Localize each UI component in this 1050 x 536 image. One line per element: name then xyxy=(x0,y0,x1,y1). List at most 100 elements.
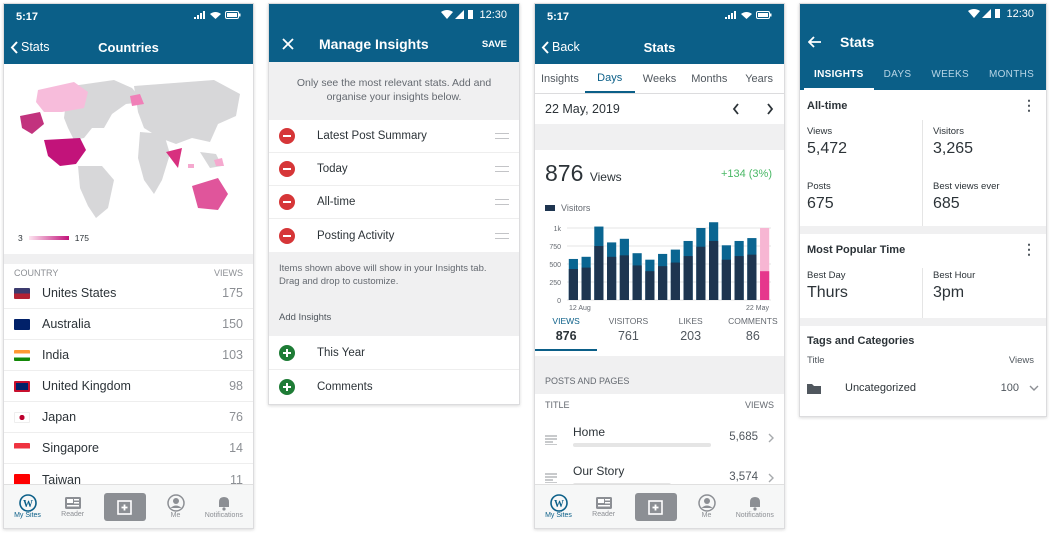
visitors-bar[interactable] xyxy=(658,266,668,300)
visitors-bar[interactable] xyxy=(709,240,719,300)
list-item[interactable]: Japan 76 xyxy=(4,402,253,433)
list-item[interactable]: Home 5,685 xyxy=(535,419,784,457)
tab-me[interactable]: Me xyxy=(166,494,185,519)
post-title: Home xyxy=(573,425,606,439)
visitors-bar[interactable] xyxy=(645,271,655,300)
remove-icon[interactable] xyxy=(279,227,295,244)
write-icon xyxy=(117,499,133,515)
tab-my-sites[interactable]: W My Sites xyxy=(545,494,572,519)
visitors-bar[interactable] xyxy=(696,246,706,300)
reader-icon xyxy=(64,497,81,509)
uk-flag-icon xyxy=(14,380,30,392)
remove-icon[interactable] xyxy=(279,194,295,210)
tab-days[interactable]: Days xyxy=(584,64,635,93)
drag-handle-icon[interactable] xyxy=(495,133,509,139)
drag-handle-icon[interactable] xyxy=(495,232,509,239)
list-item[interactable]: Unites States 175 xyxy=(4,278,253,309)
visitors-bar[interactable] xyxy=(760,271,770,300)
col-views: Views xyxy=(1008,355,1034,366)
new-post-button[interactable] xyxy=(104,492,147,521)
insight-label: Latest Post Summary xyxy=(317,130,427,142)
country-name: Australia xyxy=(42,317,91,331)
tab-label: Reader xyxy=(592,511,616,518)
summary-likes[interactable]: LIKES 203 xyxy=(660,316,722,351)
list-item[interactable]: Uncategorized 100 xyxy=(800,378,1046,398)
tab-notifications[interactable]: Notifications xyxy=(736,494,774,519)
back-button[interactable]: Back xyxy=(541,40,580,54)
tab-weeks[interactable]: Weeks xyxy=(635,64,685,93)
insight-label: This Year xyxy=(317,346,365,359)
wifi-icon xyxy=(210,12,221,19)
list-item[interactable]: Australia 150 xyxy=(4,309,253,340)
tab-years[interactable]: YE xyxy=(1044,60,1046,90)
list-item[interactable]: Posting Activity xyxy=(269,219,519,252)
visitors-bar[interactable] xyxy=(670,262,680,300)
summary-label: COMMENTS xyxy=(728,316,778,326)
list-item[interactable]: Singapore 14 xyxy=(4,433,253,464)
country-views: 98 xyxy=(229,379,243,393)
chevron-down-icon[interactable] xyxy=(1029,385,1039,391)
stat-value: 5,472 xyxy=(807,140,848,157)
drag-handle-icon[interactable] xyxy=(495,166,509,172)
list-item[interactable]: India 103 xyxy=(4,340,253,371)
visitors-bar[interactable] xyxy=(619,255,629,300)
visitors-bar[interactable] xyxy=(721,259,731,300)
more-icon[interactable]: ⋮ xyxy=(1022,97,1036,114)
world-map[interactable] xyxy=(4,68,253,228)
add-icon[interactable] xyxy=(279,344,295,361)
col-views: VIEWS xyxy=(213,268,243,278)
tab-me[interactable]: Me xyxy=(697,494,716,519)
tab-insights[interactable]: INSIGHTS xyxy=(804,60,874,90)
summary-comments[interactable]: COMMENTS 86 xyxy=(722,316,784,351)
list-item[interactable]: This Year xyxy=(269,336,519,370)
tab-insights[interactable]: Insights xyxy=(535,64,585,93)
popular-title: Most Popular Time xyxy=(807,244,906,256)
tab-months[interactable]: Months xyxy=(684,64,734,93)
tab-reader[interactable]: Reader xyxy=(61,495,84,518)
tab-days[interactable]: DAYS xyxy=(874,60,922,90)
chevron-left-icon[interactable] xyxy=(732,103,740,115)
au-flag-icon xyxy=(14,318,30,330)
back-button[interactable]: Stats xyxy=(10,40,50,54)
list-item[interactable]: Comments xyxy=(269,370,519,404)
remove-icon[interactable] xyxy=(279,128,295,144)
chevron-left-icon xyxy=(541,40,549,54)
visitors-bar[interactable] xyxy=(747,254,757,300)
legend-swatch xyxy=(545,205,555,211)
page-icon xyxy=(545,473,557,483)
list-item[interactable]: All-time xyxy=(269,186,519,219)
active-insights-list: Latest Post Summary Today All-time Posti… xyxy=(269,120,519,252)
tab-notifications[interactable]: Notifications xyxy=(205,494,243,519)
tab-months[interactable]: MONTHS xyxy=(979,60,1044,90)
visitors-bar[interactable] xyxy=(683,256,693,300)
more-icon[interactable]: ⋮ xyxy=(1022,241,1036,258)
chevron-right-icon[interactable] xyxy=(766,103,774,115)
remove-icon[interactable] xyxy=(279,161,295,177)
bar-chart[interactable]: 1k 750 500 250 0 12 Aug 22 May xyxy=(539,218,779,318)
visitors-bar[interactable] xyxy=(607,256,617,300)
summary-visitors[interactable]: VISITORS 761 xyxy=(597,316,659,351)
summary-views[interactable]: VIEWS 876 xyxy=(535,316,598,351)
visitors-bar[interactable] xyxy=(632,265,642,300)
list-item[interactable]: United Kingdom 98 xyxy=(4,371,253,402)
arrow-left-icon[interactable] xyxy=(808,36,822,48)
visitors-bar[interactable] xyxy=(594,246,604,300)
close-icon[interactable] xyxy=(281,37,295,51)
add-icon[interactable] xyxy=(279,379,295,395)
list-item[interactable]: Today xyxy=(269,153,519,186)
new-post-button[interactable] xyxy=(635,492,678,521)
visitors-bar[interactable] xyxy=(568,269,578,300)
tab-reader[interactable]: Reader xyxy=(592,495,615,518)
list-item[interactable]: Latest Post Summary xyxy=(269,120,519,153)
country-views: 76 xyxy=(229,410,243,424)
tab-years[interactable]: Years xyxy=(734,64,784,93)
save-button[interactable]: SAVE xyxy=(482,39,507,50)
post-views: 5,685 xyxy=(729,431,758,443)
tab-weeks[interactable]: WEEKS xyxy=(921,60,979,90)
legend-max: 175 xyxy=(74,233,89,243)
visitors-bar[interactable] xyxy=(581,267,591,300)
signal-icons xyxy=(194,11,241,19)
visitors-bar[interactable] xyxy=(734,256,744,300)
drag-handle-icon[interactable] xyxy=(495,199,509,205)
tab-my-sites[interactable]: W My Sites xyxy=(14,494,41,519)
